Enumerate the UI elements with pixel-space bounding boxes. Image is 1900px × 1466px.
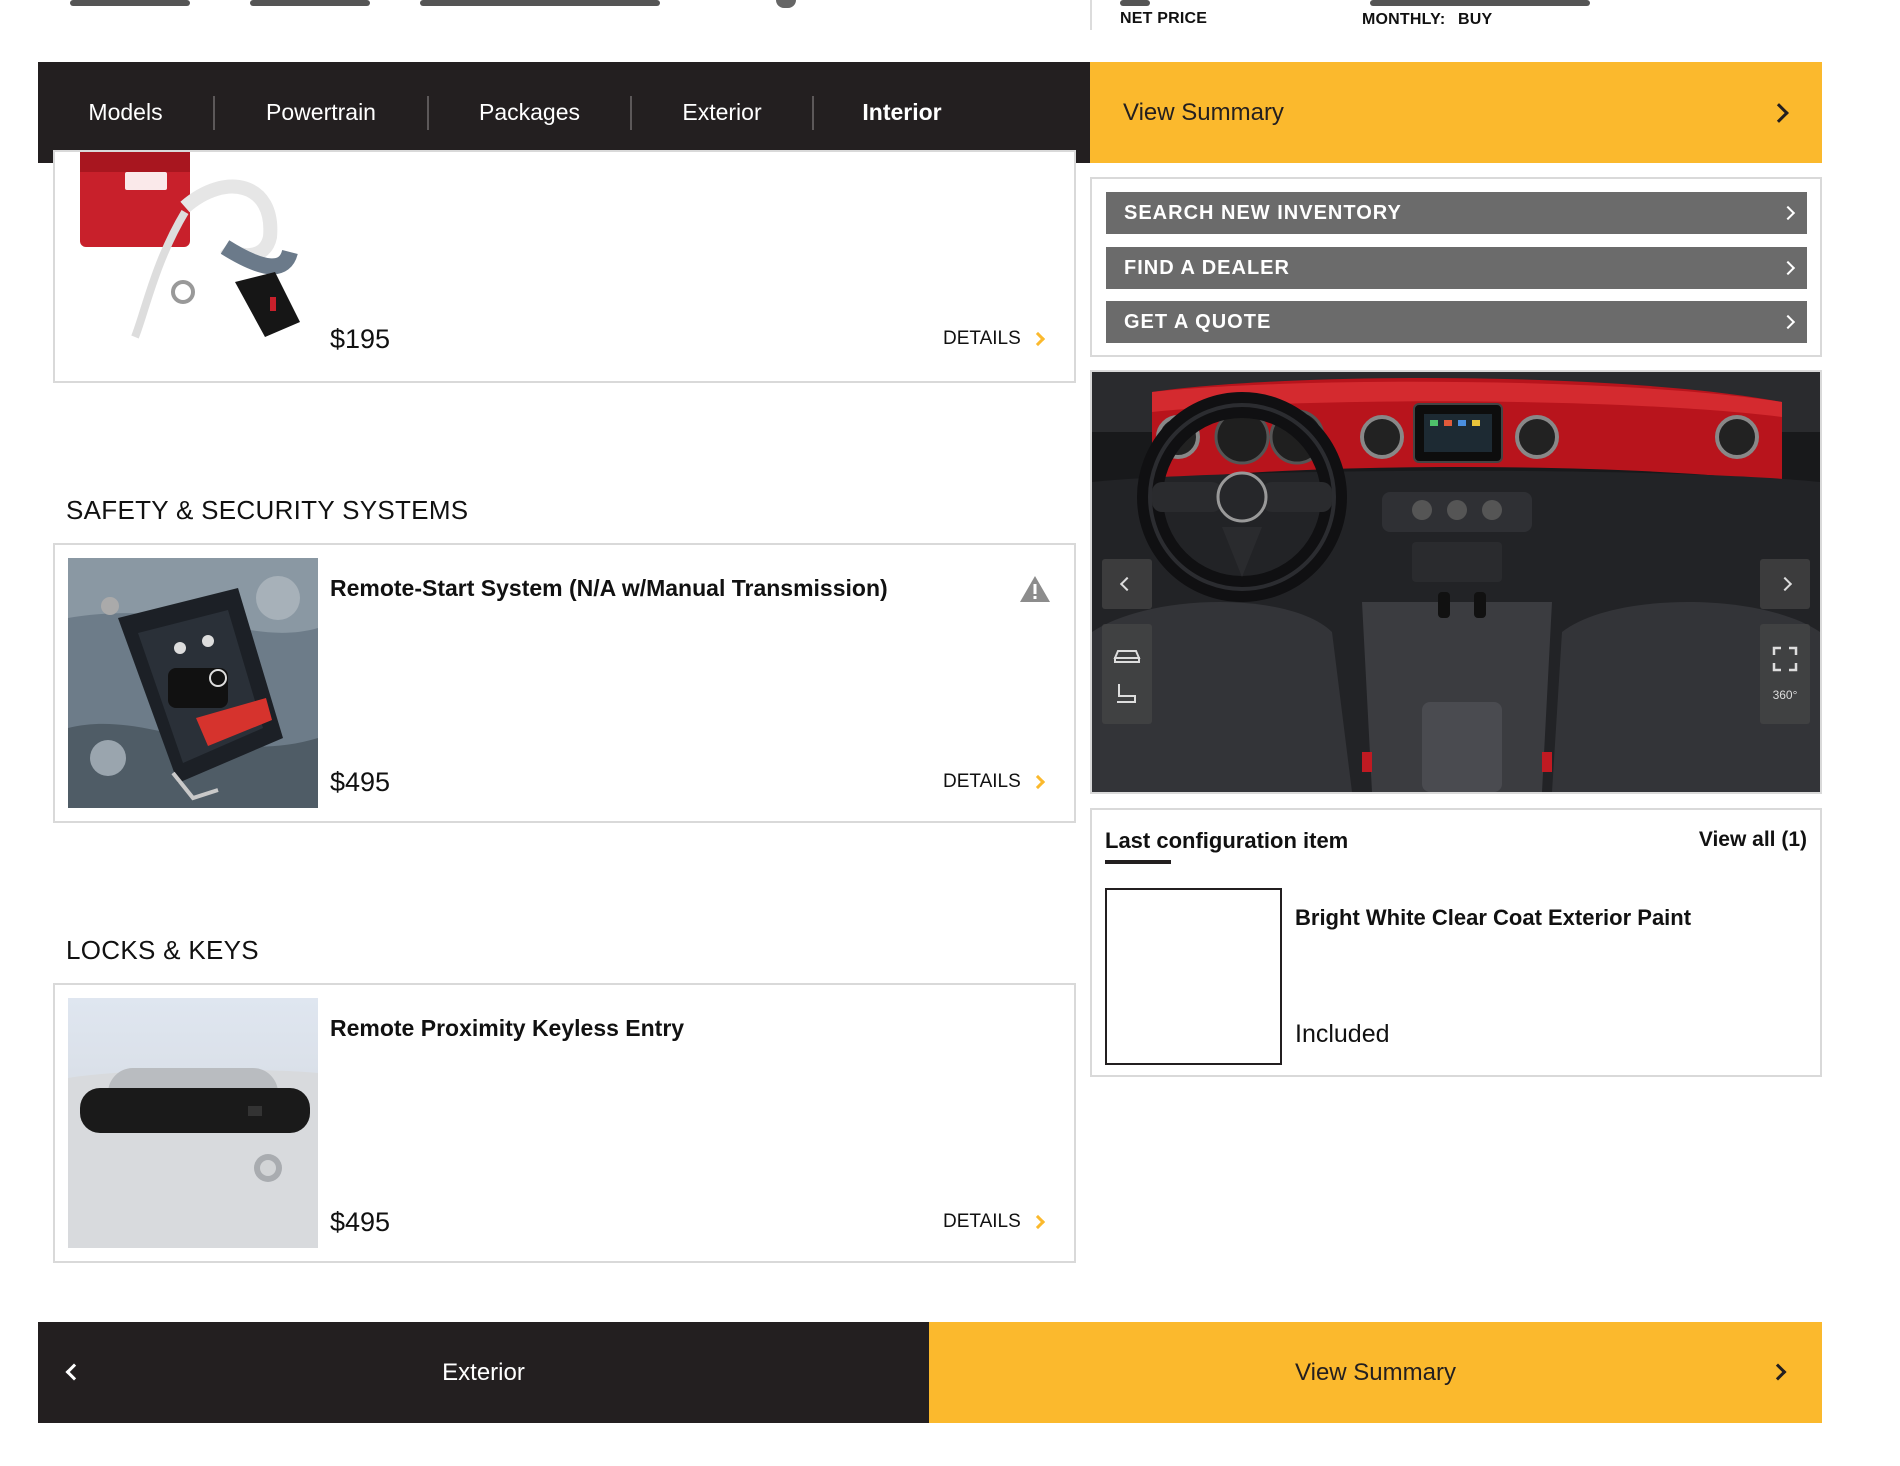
warning-icon[interactable] — [1019, 575, 1051, 608]
seat-view-icon[interactable] — [1114, 682, 1140, 704]
view-summary-label: View Summary — [1123, 98, 1284, 126]
cut-off-text — [250, 0, 370, 6]
chevron-right-icon — [1030, 331, 1045, 347]
divider — [1090, 0, 1092, 30]
details-label: DETAILS — [943, 328, 1021, 349]
section-title: LOCKS & KEYS — [66, 935, 259, 965]
net-price-label: NET PRICE — [1120, 10, 1208, 27]
price: $495 — [330, 1207, 391, 1237]
cut-off-text — [420, 0, 660, 6]
product-title[interactable]: Remote-Start System (N/A w/Manual Transm… — [330, 575, 888, 602]
config-item-status: Included — [1295, 1020, 1390, 1048]
tab-exterior[interactable]: Exterior — [632, 62, 812, 163]
chevron-right-icon — [1030, 774, 1045, 790]
previous-step-button[interactable]: Exterior — [38, 1322, 929, 1423]
view-all-link[interactable]: View all (1) — [1699, 828, 1807, 852]
tab-packages[interactable]: Packages — [429, 62, 630, 163]
details-link[interactable]: DETAILS — [943, 1211, 1045, 1233]
tab-label: Exterior — [682, 99, 762, 125]
chevron-left-icon — [1119, 576, 1135, 592]
price: $195 — [330, 324, 391, 354]
chevron-right-icon — [1777, 576, 1793, 592]
accessory-card: Remote-Start System (N/A w/Manual Transm… — [53, 543, 1076, 823]
price: $495 — [330, 767, 391, 797]
color-swatch — [1105, 888, 1282, 1065]
tab-label: Models — [88, 99, 163, 125]
keyless-entry-image — [68, 998, 318, 1248]
accessory-card: Remote Proximity Keyless Entry $495 DETA… — [53, 983, 1076, 1263]
buy-label[interactable]: BUY — [1458, 11, 1492, 29]
view-summary-button[interactable]: View Summary — [1090, 62, 1822, 163]
view-mode-toggle — [1102, 624, 1152, 724]
interior-image — [1092, 372, 1820, 792]
tab-label: Packages — [478, 99, 580, 125]
tab-models[interactable]: Models — [38, 62, 213, 163]
chevron-right-icon — [1769, 102, 1789, 123]
rotate-360-icon[interactable]: 360° — [1773, 688, 1798, 702]
find-dealer-button[interactable]: FIND A DEALER — [1106, 247, 1807, 289]
tab-label: Powertrain — [266, 99, 376, 125]
tab-label: Interior — [862, 99, 942, 125]
configurator-nav: Models Powertrain Packages Exterior Inte… — [38, 62, 1090, 163]
title-underline — [1105, 860, 1171, 864]
button-label: GET A QUOTE — [1124, 310, 1272, 333]
config-item-name: Bright White Clear Coat Exterior Paint — [1295, 905, 1692, 930]
price-summary-strip: NET PRICE MONTHLY: BUY — [0, 0, 1900, 40]
next-step-label: View Summary — [1295, 1358, 1456, 1386]
tab-interior[interactable]: Interior — [814, 62, 990, 163]
cut-off-text — [1120, 0, 1150, 6]
last-config-title: Last configuration item — [1105, 828, 1349, 853]
dealer-actions: SEARCH NEW INVENTORY FIND A DEALER GET A… — [1090, 177, 1822, 357]
details-link[interactable]: DETAILS — [943, 771, 1045, 793]
details-label: DETAILS — [943, 1211, 1021, 1232]
next-view-button[interactable] — [1760, 559, 1810, 609]
prev-view-button[interactable] — [1102, 559, 1152, 609]
info-icon[interactable] — [776, 0, 796, 8]
chevron-right-icon — [1780, 205, 1796, 221]
tab-powertrain[interactable]: Powertrain — [215, 62, 427, 163]
details-link[interactable]: DETAILS — [943, 328, 1045, 350]
chevron-right-icon — [1780, 314, 1796, 330]
next-step-button[interactable]: View Summary — [929, 1322, 1822, 1423]
remote-start-image — [68, 558, 318, 808]
product-title[interactable]: Remote Proximity Keyless Entry — [330, 1015, 684, 1042]
recovery-kit-image — [75, 152, 335, 352]
cut-off-text — [70, 0, 190, 6]
accessory-card: $195 DETAILS — [53, 150, 1076, 383]
previous-step-label: Exterior — [442, 1358, 525, 1386]
chevron-right-icon — [1780, 260, 1796, 276]
viewer-tools: 360° — [1760, 624, 1810, 724]
button-label: FIND A DEALER — [1124, 256, 1290, 279]
details-label: DETAILS — [943, 771, 1021, 792]
interior-viewer[interactable]: 360° — [1090, 370, 1822, 794]
section-title: SAFETY & SECURITY SYSTEMS — [66, 495, 469, 525]
monthly-label: MONTHLY: — [1362, 11, 1446, 28]
car-view-icon[interactable] — [1112, 644, 1142, 664]
get-quote-button[interactable]: GET A QUOTE — [1106, 301, 1807, 343]
last-configuration-panel: Last configuration item View all (1) Bri… — [1090, 808, 1822, 1077]
chevron-right-icon — [1030, 1214, 1045, 1230]
search-inventory-button[interactable]: SEARCH NEW INVENTORY — [1106, 192, 1807, 234]
fullscreen-icon[interactable] — [1772, 646, 1798, 672]
button-label: SEARCH NEW INVENTORY — [1124, 201, 1402, 224]
cut-off-text — [1370, 0, 1590, 6]
